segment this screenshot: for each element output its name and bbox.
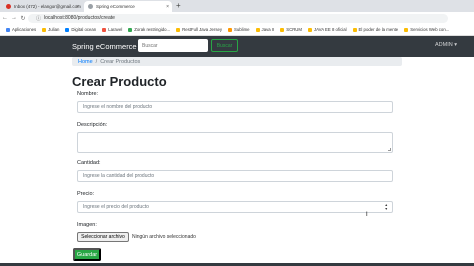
bookmark-folder-icon: [352, 27, 357, 32]
imagen-label: Imagen:: [77, 222, 97, 228]
bookmark-label: Aplicaciones: [12, 27, 37, 32]
precio-input[interactable]: Ingrese el precio del producto ▲ ▼: [77, 201, 393, 213]
bookmark-label: Java II: [261, 27, 275, 32]
breadcrumb-current: Crear Productos: [100, 58, 141, 65]
bookmarks-bar: Aplicaciones Julian Digital ocean Laravel Zo…: [0, 24, 474, 36]
precio-label: Precio:: [77, 191, 95, 197]
precio-placeholder: Ingrese el precio del producto: [83, 204, 149, 210]
app-navbar: Spring eCommerce Buscar ADMIN ▾: [0, 36, 474, 57]
admin-dropdown[interactable]: ADMIN ▾: [435, 42, 457, 48]
resize-handle-icon[interactable]: [388, 148, 391, 151]
nombre-label: Nombre:: [77, 91, 99, 97]
bookmark-folder-icon: [6, 27, 10, 32]
bookmark-item[interactable]: RestFull Java Jersey: [176, 27, 222, 32]
breadcrumb-separator: /: [95, 58, 98, 65]
bookmark-item[interactable]: Digital ocean: [65, 27, 96, 32]
bookmark-folder-icon: [228, 27, 233, 32]
bookmark-folder-icon: [280, 27, 285, 32]
save-button[interactable]: Guardar: [73, 248, 101, 261]
bookmark-label: Digital ocean: [71, 27, 97, 32]
cantidad-label: Cantidad:: [77, 160, 101, 166]
tab-close-icon[interactable]: ×: [166, 4, 169, 10]
bookmark-folder-icon: [102, 27, 107, 32]
bookmark-folder-icon: [65, 27, 70, 32]
back-arrow-icon[interactable]: ←: [1, 15, 9, 21]
breadcrumb: Home / Crear Productos: [72, 57, 402, 66]
nombre-input[interactable]: Ingrese el nombre del producto: [77, 101, 393, 113]
bookmark-item[interactable]: Servicios Web con...: [404, 27, 449, 32]
choose-file-button[interactable]: Seleccionar archivo: [77, 232, 129, 242]
bookmark-folder-icon: [128, 27, 133, 32]
bookmark-label: Julian: [48, 27, 60, 32]
search-input[interactable]: [138, 39, 208, 52]
url-text: localhost:8080/productos/create: [44, 15, 115, 21]
gmail-favicon-icon: [6, 4, 11, 9]
bookmark-item[interactable]: El poder de la mente: [352, 27, 399, 32]
number-spinner-icon[interactable]: ▲ ▼: [385, 203, 388, 211]
bookmark-label: RestFull Java Jersey: [182, 27, 223, 32]
tab-spring-ecommerce[interactable]: Spring eCommerce ×: [84, 1, 172, 12]
address-bar-row: ← → ↻ ⓘ localhost:8080/productos/create: [0, 12, 474, 24]
bookmark-item[interactable]: SCRUM: [280, 27, 302, 32]
bookmark-folder-icon: [255, 27, 260, 32]
browser-tab-bar: Inbox (472) - elangor@gmail.com × Spring…: [0, 0, 474, 12]
bookmark-item[interactable]: Julian: [42, 27, 59, 32]
bookmark-label: El poder de la mente: [358, 27, 399, 32]
reload-icon[interactable]: ↻: [19, 15, 27, 22]
descripcion-textarea[interactable]: [77, 132, 393, 153]
bookmark-label: SCRUM: [286, 27, 302, 32]
bookmark-item[interactable]: JAVA EE 8 oficial: [307, 27, 347, 32]
bookmark-folder-icon: [307, 27, 312, 32]
descripcion-label: Descripción:: [77, 122, 108, 128]
url-field[interactable]: ⓘ localhost:8080/productos/create: [28, 13, 448, 23]
bookmark-item[interactable]: Sublime: [228, 27, 250, 32]
bookmark-folder-icon: [42, 27, 47, 32]
bookmark-label: Sublime: [234, 27, 250, 32]
tab-close-icon[interactable]: ×: [76, 4, 79, 10]
bookmark-folder-icon: [176, 27, 181, 32]
lock-icon: ⓘ: [36, 15, 42, 22]
cantidad-input[interactable]: Ingrese la cantidad del producto: [77, 170, 393, 182]
page-title: Crear Producto: [72, 74, 167, 89]
tab-title: Inbox (472) - elangor@gmail.com: [14, 4, 81, 9]
bookmark-item[interactable]: Laravel: [102, 27, 122, 32]
cantidad-placeholder: Ingrese la cantidad del producto: [83, 173, 155, 179]
brand-link[interactable]: Spring eCommerce: [72, 42, 137, 51]
bookmark-label: Laravel: [108, 27, 123, 32]
bookmark-item[interactable]: Aplicaciones: [6, 27, 36, 32]
file-status-text: Ningún archivo seleccionado: [132, 234, 196, 240]
tab-title: Spring eCommerce: [96, 4, 135, 9]
bookmark-folder-icon: [404, 27, 409, 32]
new-tab-plus-icon[interactable]: +: [176, 1, 181, 10]
bookmark-label: JAVA EE 8 oficial: [313, 27, 347, 32]
bookmark-label: Zorak restringido...: [134, 27, 171, 32]
nombre-placeholder: Ingrese el nombre del producto: [83, 104, 153, 110]
bookmark-label: Servicios Web con...: [410, 27, 450, 32]
tab-gmail[interactable]: Inbox (472) - elangor@gmail.com ×: [2, 1, 82, 12]
bookmark-item[interactable]: Java II: [255, 27, 275, 32]
search-button[interactable]: Buscar: [211, 39, 238, 52]
text-cursor-icon: I: [366, 212, 368, 218]
bookmark-item[interactable]: Zorak restringido...: [128, 27, 170, 32]
forward-arrow-icon[interactable]: →: [10, 15, 18, 21]
globe-favicon-icon: [88, 4, 93, 9]
breadcrumb-home-link[interactable]: Home: [78, 59, 93, 65]
